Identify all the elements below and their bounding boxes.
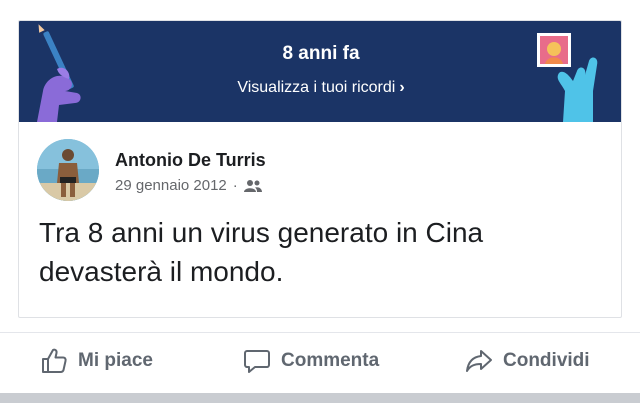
comment-label: Commenta — [281, 350, 380, 371]
avatar[interactable] — [37, 139, 99, 201]
like-label: Mi piace — [78, 350, 153, 371]
friends-icon[interactable] — [243, 179, 262, 193]
hand-pencil-illustration — [37, 24, 81, 122]
share-button[interactable]: Condividi — [465, 347, 590, 375]
memory-title: 8 anni fa — [282, 43, 360, 64]
chevron-right-icon: › — [399, 79, 405, 96]
view-memories-link[interactable]: Visualizza i tuoi ricordi › — [19, 79, 621, 97]
hand-photo-illustration — [537, 33, 598, 122]
thumbs-up-icon — [40, 347, 68, 375]
post-meta: 29 gennaio 2012 · — [115, 177, 262, 194]
post-date[interactable]: 29 gennaio 2012 — [115, 177, 227, 194]
comment-icon — [243, 347, 271, 375]
share-icon — [465, 347, 493, 375]
post-text: Tra 8 anni un virus generato in Cina dev… — [39, 217, 484, 287]
view-memories-label: Visualizza i tuoi ricordi — [237, 79, 396, 96]
author-name[interactable]: Antonio De Turris — [115, 150, 266, 171]
share-label: Condividi — [503, 350, 590, 371]
comment-button[interactable]: Commenta — [243, 347, 379, 375]
like-button[interactable]: Mi piace — [40, 347, 153, 375]
meta-separator: · — [232, 177, 238, 194]
memory-card: 8 anni fa Visualizza i tuoi ricordi › An… — [18, 20, 622, 318]
memories-banner[interactable]: 8 anni fa Visualizza i tuoi ricordi › — [19, 21, 621, 122]
post-header: Antonio De Turris 29 gennaio 2012 · — [37, 139, 597, 203]
action-bar: Mi piace Commenta Condividi — [0, 332, 640, 393]
profile-photo — [37, 139, 99, 201]
bottom-divider — [0, 393, 640, 403]
